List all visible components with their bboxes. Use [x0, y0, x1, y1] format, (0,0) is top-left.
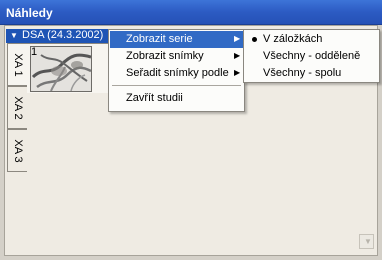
submenu-item-label: Všechny - spolu [263, 67, 342, 79]
tab-label: XA 3 [11, 138, 24, 163]
angiography-image [31, 47, 91, 91]
radio-dot-icon [252, 37, 257, 42]
series-submenu: V záložkách Všechny - odděleně Všechny -… [243, 29, 380, 83]
title-bar[interactable]: Náhledy [0, 0, 382, 25]
tab-label: XA 1 [11, 52, 24, 77]
tab-xa-3[interactable]: XA 3 [7, 129, 27, 172]
scroll-down-button[interactable]: ▼ [359, 234, 374, 249]
menu-item-label: Zavřít studii [126, 92, 183, 104]
menu-separator [112, 85, 241, 86]
context-menu: Zobrazit serie ▶ Zobrazit snímky ▶ Seřad… [108, 29, 245, 112]
menu-item-seradit-snimky[interactable]: Seřadit snímky podle ▶ [110, 65, 243, 82]
submenu-item-vsechny-spolu[interactable]: Všechny - spolu [245, 65, 378, 82]
submenu-arrow-icon: ▶ [234, 51, 241, 60]
submenu-arrow-icon: ▶ [234, 68, 241, 77]
submenu-item-vsechny-oddelene[interactable]: Všechny - odděleně [245, 48, 378, 65]
tab-label: XA 2 [11, 95, 24, 120]
submenu-arrow-icon: ▶ [234, 34, 241, 43]
series-header[interactable]: ▼ DSA (24.3.2002) [6, 29, 108, 43]
chevron-down-icon: ▼ [364, 237, 372, 246]
submenu-item-label: V záložkách [263, 33, 323, 45]
thumbnail-image[interactable] [30, 46, 92, 92]
menu-item-zavrit-studii[interactable]: Zavřít studii [110, 90, 243, 107]
submenu-item-label: Všechny - odděleně [263, 50, 361, 62]
window-title: Náhledy [6, 6, 53, 20]
submenu-item-v-zalozkach[interactable]: V záložkách [245, 31, 378, 48]
menu-item-label: Seřadit snímky podle [126, 67, 229, 79]
tab-xa-2[interactable]: XA 2 [7, 86, 27, 129]
collapse-triangle-icon[interactable]: ▼ [10, 31, 18, 40]
menu-item-label: Zobrazit snímky [126, 50, 204, 62]
nahledy-window: Náhledy ▼ DSA (24.3.2002) XA 1 XA 2 XA 3… [0, 0, 382, 260]
thumbnail-number: 1 [31, 46, 38, 58]
tab-xa-1[interactable]: XA 1 [7, 43, 27, 86]
menu-item-label: Zobrazit serie [126, 33, 193, 45]
series-label: DSA (24.3.2002) [22, 29, 104, 41]
menu-item-zobrazit-serie[interactable]: Zobrazit serie ▶ [110, 31, 243, 48]
menu-item-zobrazit-snimky[interactable]: Zobrazit snímky ▶ [110, 48, 243, 65]
